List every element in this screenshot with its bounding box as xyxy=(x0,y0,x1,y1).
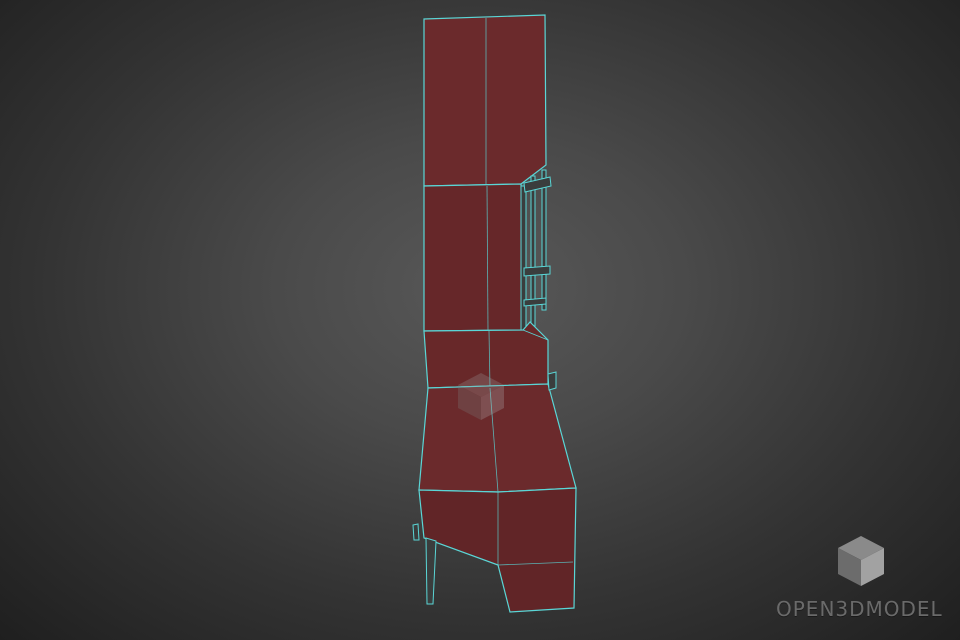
side-shelf-frame xyxy=(520,169,552,331)
hutch-middle xyxy=(423,183,524,332)
watermark-label: OPEN3DMODEL xyxy=(776,597,943,621)
viewport-background: OPEN3DMODEL xyxy=(0,0,960,640)
cabinet-wireframe-model xyxy=(412,14,884,613)
hutch-upper xyxy=(423,14,547,187)
desk-lower xyxy=(418,487,577,613)
cube-logo-icon xyxy=(838,536,884,586)
